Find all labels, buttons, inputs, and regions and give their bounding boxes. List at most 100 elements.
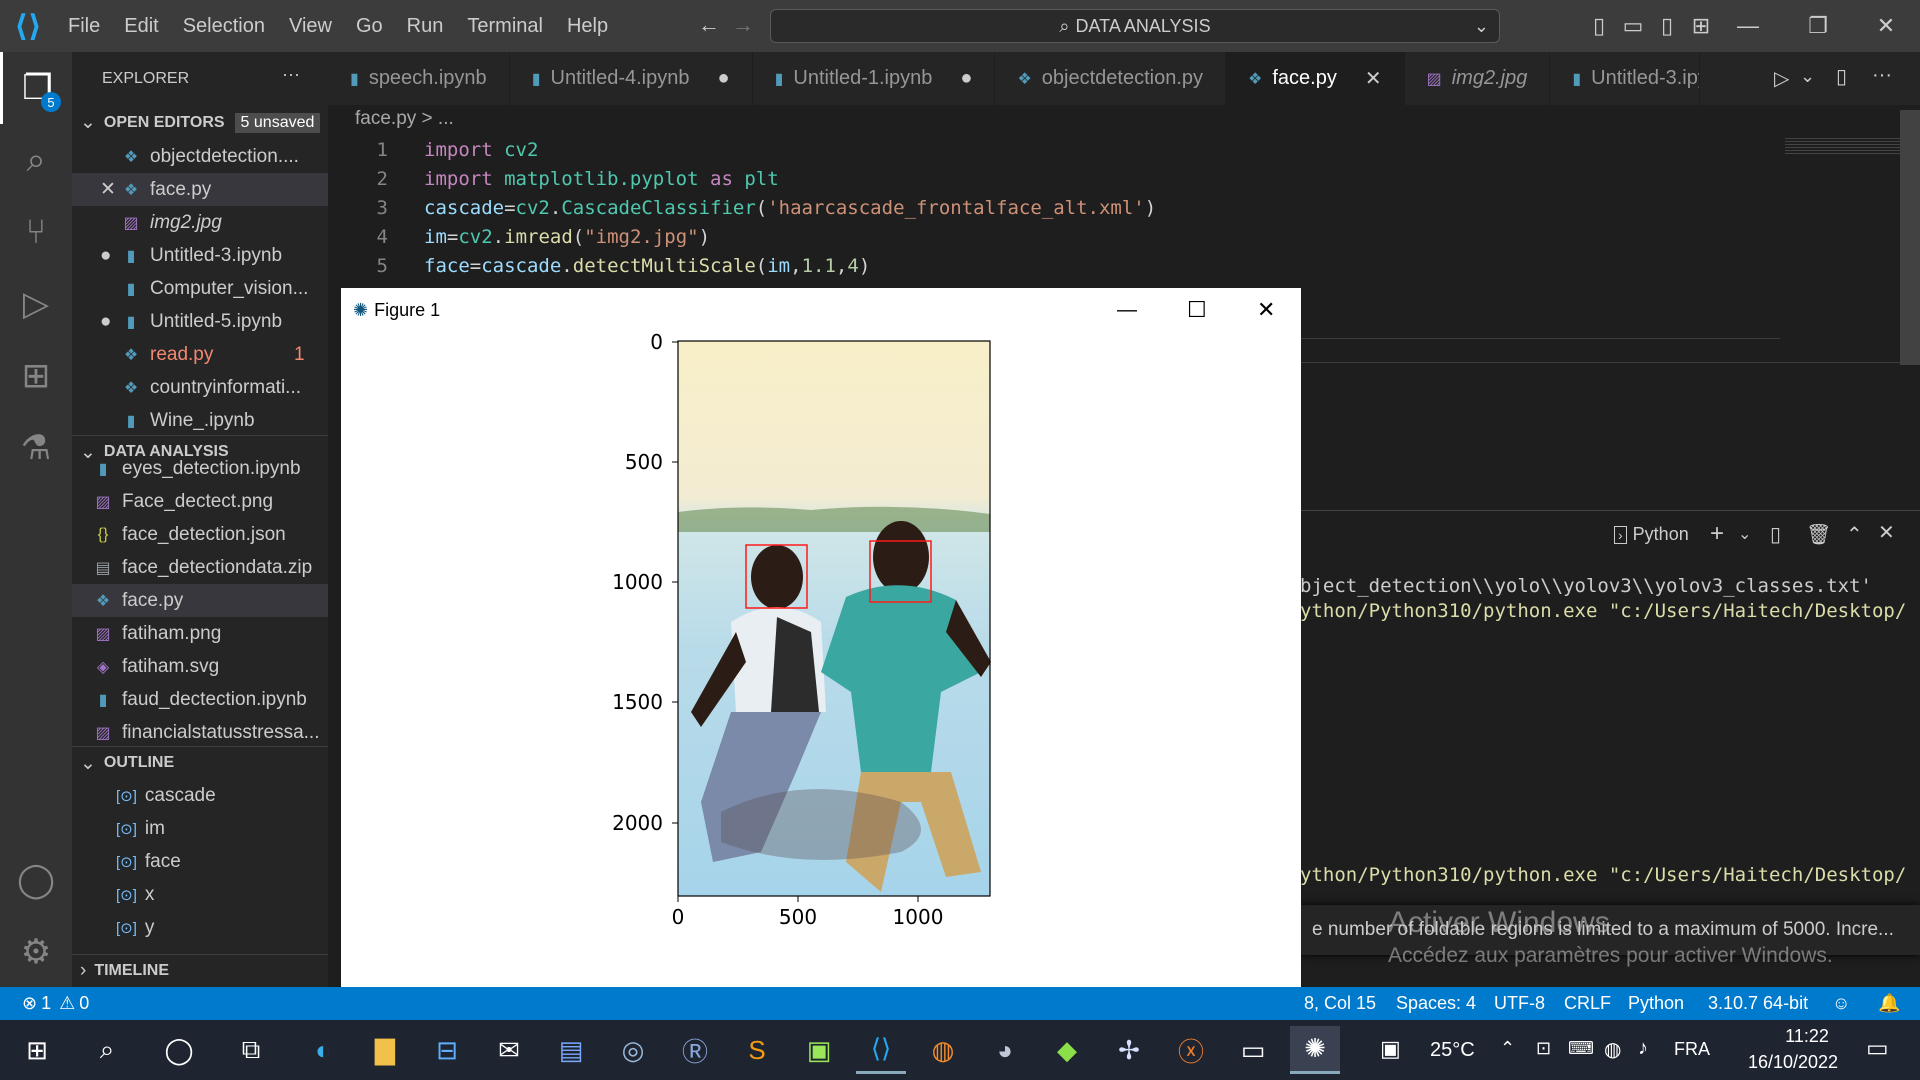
timeline-header[interactable]: › TIMELINE [72,954,328,987]
search-icon[interactable]: ⌕ [0,124,72,196]
file-tree-item[interactable]: ▨ financialstatusstressa... [72,716,328,749]
unsaved-dot-icon[interactable]: ● [960,67,972,90]
file-explorer-icon[interactable]: ▇ [360,1026,410,1074]
close-icon[interactable]: ✕ [1858,0,1914,52]
file-tree-item[interactable]: ▨ Face_dectect.png [72,485,328,518]
tab-untitled-3-ipy[interactable]: ▮ Untitled-3.ipy [1550,52,1701,105]
file-tree-item[interactable]: {} face_detection.json [72,518,328,551]
settings-gear-icon[interactable]: ⚙ [0,916,72,988]
indentation[interactable]: Spaces: 4 [1396,987,1476,1020]
volume-icon[interactable]: ♪ [1638,1037,1648,1060]
forward-arrow-icon[interactable]: → [732,12,754,38]
file-tree-item[interactable]: ▮ eyes_detection.ipynb [72,452,328,485]
testing-icon[interactable]: ⚗ [0,412,72,484]
cortana-icon[interactable]: ◯ [154,1026,204,1074]
notifications-bell-icon[interactable]: 🔔 [1878,987,1900,1020]
devcpp-icon[interactable]: ▤ [546,1026,596,1074]
menu-view[interactable]: View [277,15,344,38]
outline-item[interactable]: [⊙] face [72,845,328,878]
figure-window[interactable]: ✺ Figure 1 — ☐ ✕ 0 500 1000 1500 2000 0 … [341,288,1301,1020]
file-tree-item[interactable]: ▨ fatiham.png [72,617,328,650]
restore-icon[interactable]: ❐ [1790,0,1846,52]
encoding[interactable]: UTF-8 [1494,987,1545,1020]
run-file-icon[interactable]: ▷ [1774,66,1789,91]
run-debug-icon[interactable]: ▷ [0,268,72,340]
tab-untitled-1-ipynb[interactable]: ▮ Untitled-1.ipynb ● [753,52,996,105]
back-arrow-icon[interactable]: ← [698,12,720,38]
file-tree-item[interactable]: ❖ face.py [72,584,328,617]
open-editors-header[interactable]: ⌄ OPEN EDITORS 5 unsaved [72,106,328,139]
terminal-selector[interactable]: › Python [1614,524,1689,545]
problems-status[interactable]: ⊗ 1 ⚠ 0 [22,987,89,1020]
code-line[interactable]: 1 import cv2 [328,139,539,168]
add-terminal-icon[interactable]: + [1710,520,1724,548]
open-editor-item[interactable]: ❖ countryinformati... [72,371,328,404]
tab-face-py[interactable]: ❖ face.py ✕ [1226,52,1405,105]
open-editor-item[interactable]: ❖ objectdetection.... [72,140,328,173]
network-adapter-icon[interactable]: ⊡ [1536,1038,1551,1059]
split-editor-icon[interactable]: ▯ [1836,64,1847,89]
tab-untitled-4-ipynb[interactable]: ▮ Untitled-4.ipynb ● [510,52,753,105]
outline-header[interactable]: ⌄ OUTLINE [72,746,328,779]
code-line[interactable]: 5 face=cascade.detectMultiScale(im,1.1,4) [328,255,871,284]
account-icon[interactable]: ◯ [0,844,72,916]
outline-item[interactable]: [⊙] x [72,878,328,911]
close-tab-icon[interactable]: ✕ [1365,66,1382,91]
cursor-position[interactable]: 8, Col 15 [1304,987,1376,1020]
code-line[interactable]: 3 cascade=cv2.CascadeClassifier('haarcasc… [328,197,1157,226]
file-tree-item[interactable]: ▮ faud_dectection.ipynb [72,683,328,716]
r-language-icon[interactable]: Ⓡ [670,1026,720,1074]
vscode-taskbar-icon[interactable]: ⟨⟩ [856,1026,906,1074]
extensions-icon[interactable]: ⊞ [0,340,72,412]
anaconda-icon[interactable]: ◕ [980,1026,1030,1074]
split-terminal-icon[interactable]: ▯ [1770,522,1781,547]
editor-scrollbar[interactable] [1900,110,1920,365]
outline-item[interactable]: [⊙] cascade [72,779,328,812]
sublime-text-icon[interactable]: S [732,1026,782,1074]
file-tree-item[interactable]: ▤ face_detectiondata.zip [72,551,328,584]
tab-speech-ipynb[interactable]: ▮ speech.ipynb [328,52,510,105]
menu-file[interactable]: File [56,15,112,38]
code-line[interactable]: 4 im=cv2.imread("img2.jpg") [328,226,711,255]
breadcrumb[interactable]: face.py > ... [355,108,454,130]
windows-start-icon[interactable]: ⊞ [12,1026,62,1074]
open-editor-item[interactable]: ▮ Wine_.ipynb [72,404,328,437]
open-editor-item[interactable]: ● ▮ Untitled-3.ipynb [72,239,328,272]
microsoft-store-icon[interactable]: ⊟ [422,1026,472,1074]
more-actions-icon[interactable]: ··· [282,64,300,85]
menu-edit[interactable]: Edit [112,15,170,38]
command-center[interactable]: ⌕ DATA ANALYSIS ⌄ [770,9,1500,43]
open-editor-item[interactable]: ✕ ❖ face.py [72,173,328,206]
minimize-icon[interactable]: — [1117,299,1137,322]
outline-item[interactable]: [⊙] im [72,812,328,845]
input-method-icon[interactable]: ⌨ [1568,1038,1594,1059]
command-prompt-icon[interactable]: ▭ [1228,1026,1278,1074]
menu-help[interactable]: Help [555,15,620,38]
open-editor-item[interactable]: ▮ Computer_vision... [72,272,328,305]
language-mode[interactable]: Python [1628,987,1684,1020]
minimap[interactable] [1785,138,1900,154]
open-editor-item[interactable]: ❖ read.py 1 [72,338,328,371]
chevron-down-icon[interactable]: ⌄ [1800,66,1815,87]
tableau-icon[interactable]: ✢ [1104,1026,1154,1074]
chevron-down-icon[interactable]: ⌄ [1738,524,1751,544]
clock-date[interactable]: 16/10/2022 [1734,1052,1852,1073]
close-icon[interactable]: ✕ [1257,297,1275,323]
xampp-icon[interactable]: ⓧ [1166,1026,1216,1074]
chevron-down-icon[interactable]: ⌄ [1474,16,1489,37]
maximize-icon[interactable]: ☐ [1187,297,1207,323]
source-control-icon[interactable]: ⑂ [0,196,72,268]
matplotlib-taskbar-icon[interactable]: ✺ [1290,1026,1340,1074]
customize-layout-icon[interactable]: ⊞ [1684,0,1718,52]
edge-browser-icon[interactable]: ◐ [298,1026,348,1074]
outline-item[interactable]: [⊙] y [72,911,328,944]
globe-network-icon[interactable]: ◍ [1604,1037,1621,1062]
menu-selection[interactable]: Selection [171,15,277,38]
open-editor-item[interactable]: ● ▮ Untitled-5.ipynb [72,305,328,338]
temperature[interactable]: 25°C [1430,1039,1475,1062]
menu-go[interactable]: Go [344,15,395,38]
unsaved-dot-icon[interactable]: ● [717,67,729,90]
weather-icon[interactable]: ▣ [1380,1036,1401,1062]
code-line[interactable]: 2 import matplotlib.pyplot as plt [328,168,779,197]
menu-terminal[interactable]: Terminal [455,15,555,38]
